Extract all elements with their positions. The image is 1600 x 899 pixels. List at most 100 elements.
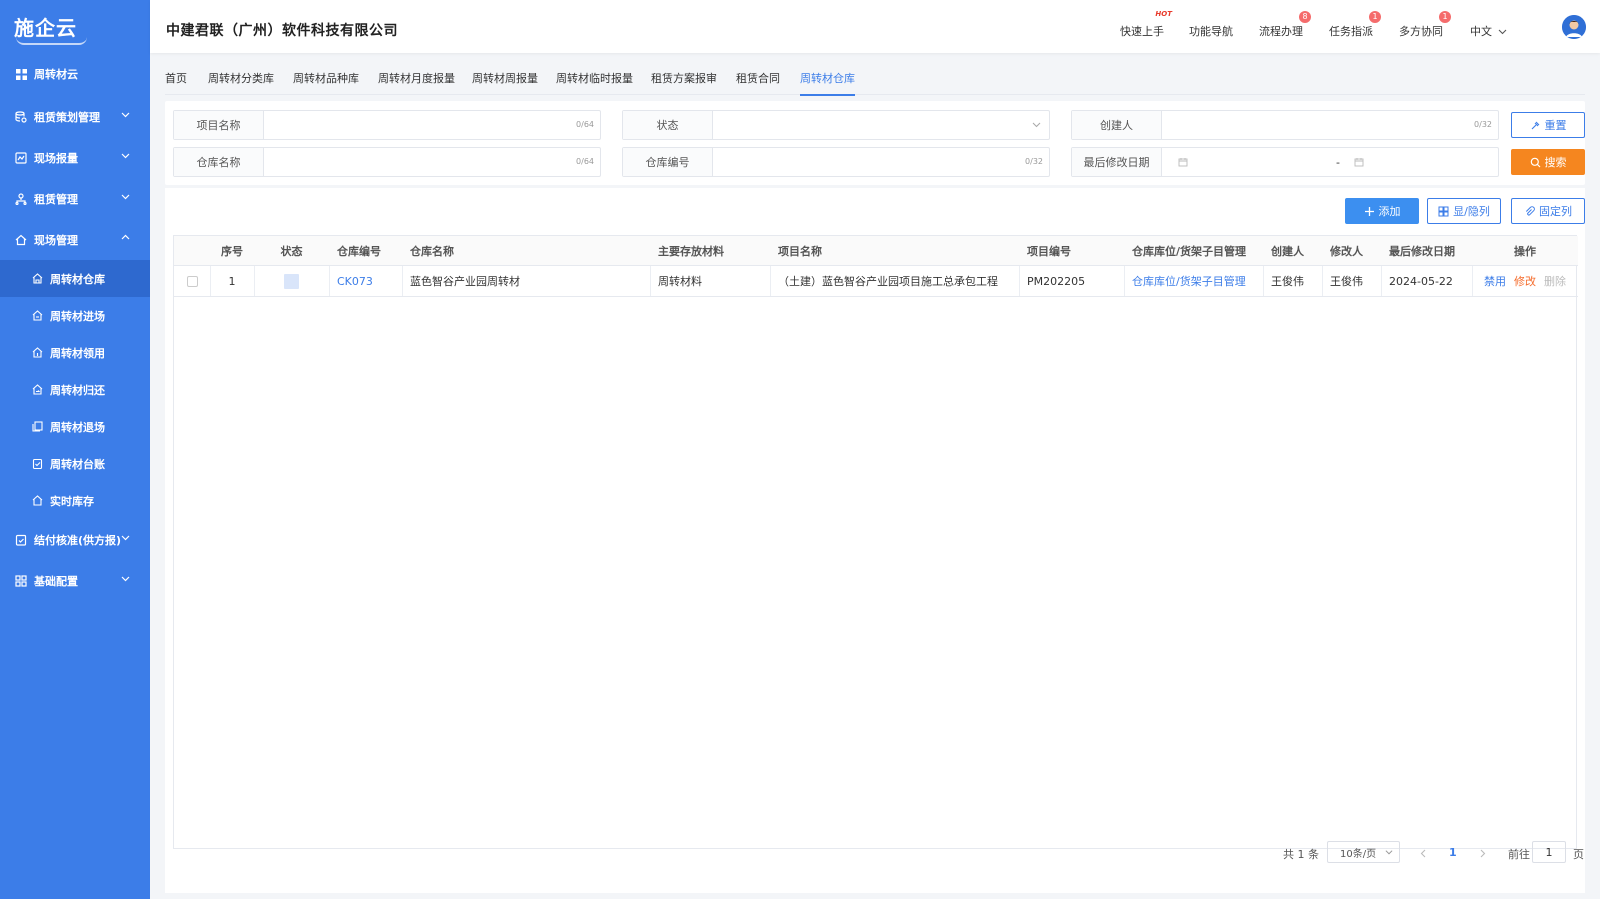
header-modified-date[interactable]: 最后修改日期 — [1389, 236, 1472, 266]
filter-label: 仓库名称 — [174, 148, 264, 176]
next-page-icon[interactable] — [1478, 849, 1487, 858]
nav-label: 任务指派 — [1329, 25, 1373, 38]
header-project-code[interactable]: 项目编号 — [1027, 236, 1124, 266]
warehouse-code-input[interactable]: 0/32 — [713, 148, 1049, 176]
sidebar-item-warehouse[interactable]: 周转材仓库 — [0, 260, 150, 297]
add-label: 添加 — [1378, 205, 1401, 218]
nav-process[interactable]: 流程办理 8 — [1259, 11, 1311, 39]
chevron-down-icon — [121, 153, 130, 159]
current-page[interactable]: 1 — [1449, 846, 1457, 859]
tab-home[interactable]: 首页 — [165, 70, 187, 94]
add-button[interactable]: 添加 — [1345, 198, 1419, 224]
date-range-picker[interactable]: - — [1162, 148, 1498, 176]
cell-creator: 王俊伟 — [1271, 266, 1322, 297]
search-icon — [1530, 157, 1540, 167]
tab-monthly-report[interactable]: 周转材月度报量 — [378, 70, 455, 94]
sidebar-group-lease-management[interactable]: 租赁管理 — [0, 178, 150, 219]
sidebar-item-ledger[interactable]: 周转材台账 — [0, 445, 150, 482]
filter-label: 状态 — [623, 111, 713, 139]
nav-task-assign[interactable]: 任务指派 1 — [1329, 11, 1381, 39]
language-select[interactable]: 中文 — [1470, 23, 1507, 39]
header-actions: 操作 — [1472, 236, 1578, 266]
char-count: 0/64 — [576, 120, 594, 129]
delete-button[interactable]: 删除 — [1544, 273, 1566, 289]
sidebar-item-realtime-stock[interactable]: 实时库存 — [0, 482, 150, 519]
reset-button[interactable]: 重置 — [1511, 112, 1585, 138]
sidebar-item-requisition[interactable]: 周转材领用 — [0, 334, 150, 371]
cell-code-link[interactable]: CK073 — [337, 266, 402, 297]
char-count: 0/32 — [1025, 157, 1043, 166]
filter-warehouse-name: 仓库名称 0/64 — [173, 147, 601, 177]
toggle-columns-button[interactable]: 显/隐列 — [1427, 198, 1501, 224]
sidebar-item-return[interactable]: 周转材归还 — [0, 371, 150, 408]
sidebar: 施企云 周转材云 租赁策划管理 现场报量 租赁管理 现场管理 周转材仓库 周转材… — [0, 0, 150, 899]
nav-collaboration[interactable]: 多方协同 1 — [1399, 11, 1451, 39]
goto-page-input[interactable]: 1 — [1532, 841, 1566, 863]
chevron-down-icon — [121, 112, 130, 118]
goto-value: 1 — [1545, 845, 1553, 859]
page-size-select[interactable]: 10条/页 — [1327, 841, 1400, 863]
database-icon — [14, 110, 28, 124]
nav-function-guide[interactable]: 功能导航 — [1189, 23, 1233, 39]
sidebar-item-exit[interactable]: 周转材退场 — [0, 408, 150, 445]
sidebar-item-entry[interactable]: 周转材进场 — [0, 297, 150, 334]
chevron-down-icon — [121, 535, 130, 541]
logo[interactable]: 施企云 — [0, 0, 150, 52]
tab-warehouse[interactable]: 周转材仓库 — [800, 70, 855, 96]
sidebar-group-base-config[interactable]: 基础配置 — [0, 560, 150, 601]
fix-columns-button[interactable]: 固定列 — [1511, 198, 1585, 224]
nav-quick-start[interactable]: 快速上手 HOT — [1120, 10, 1172, 39]
cell-modifier: 王俊伟 — [1330, 266, 1381, 297]
header-creator[interactable]: 创建人 — [1271, 236, 1322, 266]
tab-weekly-report[interactable]: 周转材周报量 — [472, 70, 538, 94]
tab-material-category[interactable]: 周转材分类库 — [208, 70, 274, 94]
tab-material-variety[interactable]: 周转材品种库 — [293, 70, 359, 94]
tab-lease-plan-review[interactable]: 租赁方案报审 — [651, 70, 717, 94]
filter-label: 最后修改日期 — [1072, 148, 1162, 176]
row-checkbox[interactable] — [186, 275, 198, 287]
chevron-up-icon — [121, 234, 130, 240]
tab-temporary-report[interactable]: 周转材临时报量 — [556, 70, 633, 94]
tab-lease-contract[interactable]: 租赁合同 — [736, 70, 780, 94]
avatar[interactable] — [1562, 15, 1586, 39]
nav-label: 快速上手 — [1120, 25, 1164, 38]
row-select-cell — [174, 266, 210, 297]
sidebar-group-settlement[interactable]: 结付核准(供方报) — [0, 519, 150, 560]
documents-icon — [30, 420, 44, 434]
status-select[interactable] — [713, 111, 1049, 139]
sidebar-root-item[interactable]: 周转材云 — [0, 52, 150, 96]
location-manage-link[interactable]: 仓库库位/货架子目管理 — [1132, 266, 1263, 297]
edit-button[interactable]: 修改 — [1514, 273, 1536, 289]
pagination: 共 1 条 10条/页 1 前往 1 页 — [165, 838, 1585, 868]
language-label: 中文 — [1470, 25, 1492, 38]
search-button[interactable]: 搜索 — [1511, 149, 1585, 175]
creator-input[interactable]: 0/32 — [1162, 111, 1498, 139]
chevron-down-icon — [1032, 122, 1041, 128]
disable-button[interactable]: 禁用 — [1484, 273, 1506, 289]
goto-prefix: 前往 — [1508, 848, 1530, 861]
report-icon — [14, 151, 28, 165]
project-name-input[interactable]: 0/64 — [264, 111, 600, 139]
prev-page-icon[interactable] — [1419, 849, 1428, 858]
header-code[interactable]: 仓库编号 — [337, 236, 402, 266]
header-name[interactable]: 仓库名称 — [410, 236, 650, 266]
search-label: 搜索 — [1544, 156, 1567, 169]
header-project-name[interactable]: 项目名称 — [778, 236, 1019, 266]
sidebar-group-site-management[interactable]: 现场管理 — [0, 219, 150, 260]
header-material[interactable]: 主要存放材料 — [658, 236, 770, 266]
warehouse-table: 序号 状态 仓库编号 仓库名称 主要存放材料 项目名称 项目编号 仓库库位/货架… — [173, 235, 1578, 849]
warehouse-name-input[interactable]: 0/64 — [264, 148, 600, 176]
char-count: 0/64 — [576, 157, 594, 166]
cell-project-name: （土建）蓝色智谷产业园项目施工总承包工程 — [770, 266, 1019, 297]
sidebar-group-lease-planning[interactable]: 租赁策划管理 — [0, 96, 150, 137]
page-tabs: 首页 周转材分类库 周转材品种库 周转材月度报量 周转材周报量 周转材临时报量 … — [165, 62, 1585, 96]
chevron-down-icon — [121, 194, 130, 200]
sidebar-item-label: 周转材台账 — [50, 457, 105, 471]
sidebar-group-site-report[interactable]: 现场报量 — [0, 137, 150, 178]
header-modifier[interactable]: 修改人 — [1330, 236, 1381, 266]
notification-badge: 1 — [1439, 11, 1451, 23]
logo-text: 施企云 — [14, 12, 87, 45]
chevron-down-icon — [1385, 850, 1393, 855]
header-location[interactable]: 仓库库位/货架子目管理 — [1132, 236, 1263, 266]
cell-actions: 禁用 修改 删除 — [1472, 266, 1578, 297]
